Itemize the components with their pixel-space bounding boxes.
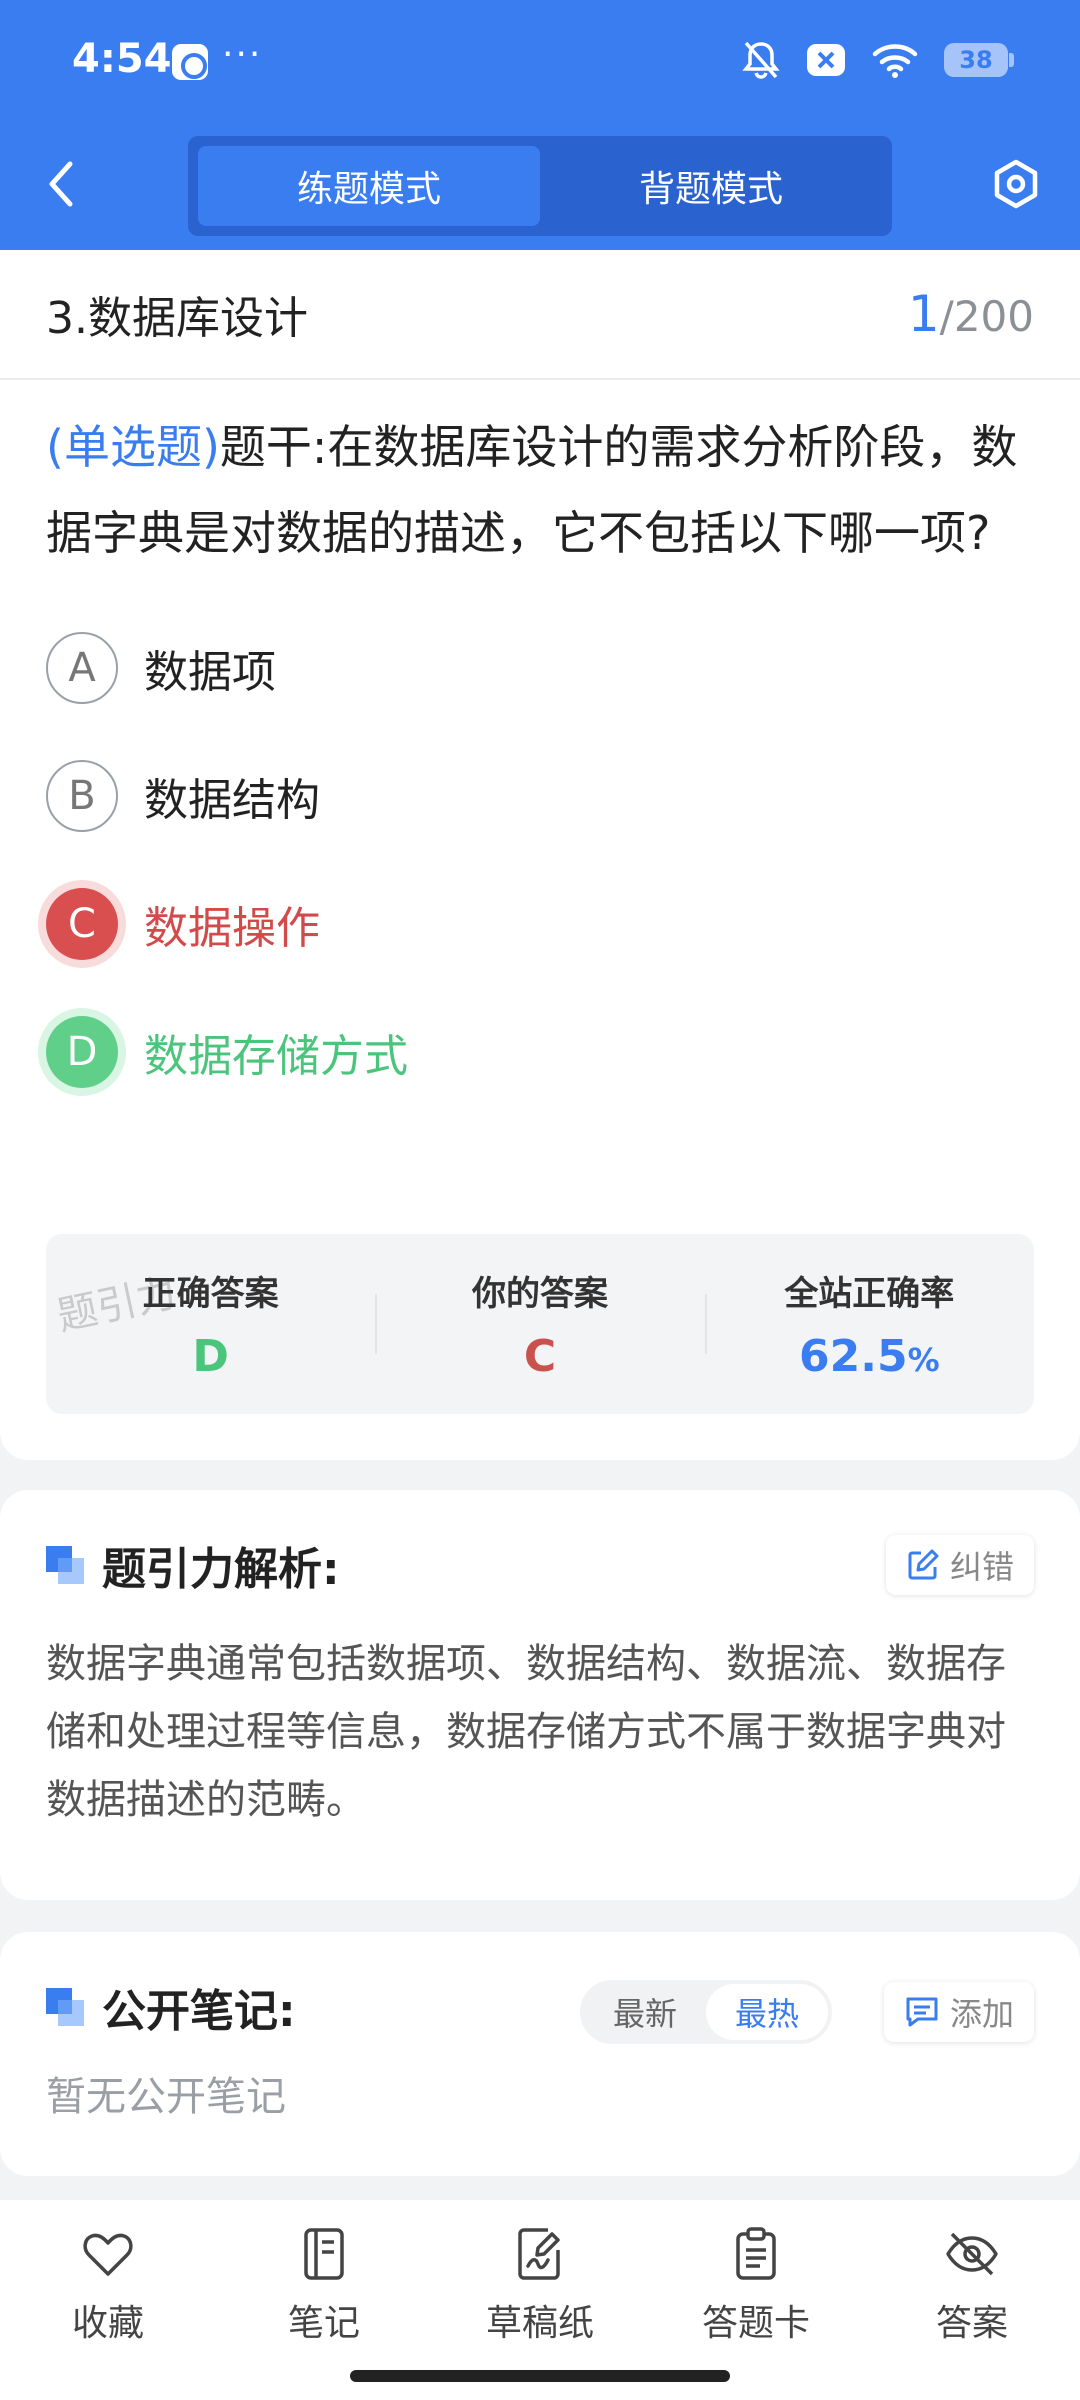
app-notification-icon xyxy=(172,44,208,80)
your-answer-stat: 你的答案 C xyxy=(375,1234,704,1414)
rate-unit: % xyxy=(907,1341,940,1379)
section-squares-icon xyxy=(46,1546,84,1584)
analysis-text: 数据字典通常包括数据项、数据结构、数据流、数据存储和处理过程等信息，数据存储方式… xyxy=(46,1641,1006,1823)
option-a[interactable]: A 数据项 xyxy=(46,604,1034,732)
favorite-button[interactable]: 收藏 xyxy=(0,2200,216,2400)
option-text: 数据操作 xyxy=(144,903,320,954)
notes-label: 笔记 xyxy=(287,2303,360,2344)
analysis-header: 题引力解析: 纠错 xyxy=(46,1490,1034,1640)
tab-memorize-mode[interactable]: 背题模式 xyxy=(540,146,882,226)
option-c[interactable]: C 数据操作 xyxy=(46,860,1034,988)
draft-paper-label: 草稿纸 xyxy=(485,2303,594,2344)
report-error-label: 纠错 xyxy=(949,1548,1014,1586)
tab-practice-mode[interactable]: 练题模式 xyxy=(198,146,540,226)
add-note-label: 添加 xyxy=(949,1995,1014,2033)
option-text: 数据项 xyxy=(144,647,276,698)
notes-title-text: 公开笔记: xyxy=(102,1986,296,2037)
sort-newest[interactable]: 最新 xyxy=(584,1984,706,2040)
answer-toggle-label: 答案 xyxy=(935,2303,1008,2344)
eye-off-icon xyxy=(946,2232,998,2276)
public-notes-card: 公开笔记: 最新 最热 添加 暂无公开笔记 xyxy=(0,1932,1080,2176)
report-error-button[interactable]: 纠错 xyxy=(885,1535,1034,1595)
question-type: (单选题) xyxy=(46,420,220,474)
back-icon[interactable] xyxy=(40,158,84,210)
section-title: 3.数据库设计 xyxy=(46,293,308,344)
option-letter: A xyxy=(46,632,118,704)
notes-title: 公开笔记: xyxy=(46,1975,296,2039)
answer-options: A 数据项 B 数据结构 C 数据操作 D 数据存储方式 xyxy=(0,576,1080,1116)
total-question-count: /200 xyxy=(939,292,1034,341)
question-header: 3.数据库设计 1/200 xyxy=(0,250,1080,380)
question-progress[interactable]: 1/200 xyxy=(908,285,1034,343)
answer-sheet-label: 答题卡 xyxy=(701,2303,810,2344)
clipboard-icon xyxy=(736,2227,776,2280)
favorite-label: 收藏 xyxy=(71,2303,144,2344)
notebook-icon xyxy=(304,2228,344,2280)
stat-label: 正确答案 xyxy=(142,1274,279,1314)
option-text: 数据结构 xyxy=(144,775,320,826)
status-bar: 4:54 ··· 38 xyxy=(0,0,1080,125)
stat-label: 全站正确率 xyxy=(784,1274,955,1314)
home-indicator[interactable] xyxy=(350,2370,730,2382)
option-letter: C xyxy=(46,888,118,960)
analysis-card: 题引力解析: 纠错 数据字典通常包括数据项、数据结构、数据流、数据存储和处理过程… xyxy=(0,1490,1080,1900)
correct-answer-value: D xyxy=(192,1331,229,1382)
current-question-number: 1 xyxy=(907,285,940,343)
status-icons: 38 xyxy=(742,40,1014,80)
accuracy-rate-stat: 全站正确率 62.5% xyxy=(704,1234,1034,1414)
battery-indicator: 38 xyxy=(944,43,1014,77)
heart-icon xyxy=(83,2233,133,2276)
option-text: 数据存储方式 xyxy=(144,1031,408,1082)
more-notifications-icon: ··· xyxy=(222,34,263,75)
draft-icon xyxy=(518,2228,560,2280)
bell-off-icon xyxy=(742,41,780,79)
rate-number: 62.5 xyxy=(799,1331,908,1382)
notes-sort-toggle: 最新 最热 xyxy=(580,1980,832,2044)
app-blocked-icon xyxy=(807,44,845,76)
settings-icon[interactable] xyxy=(990,158,1042,210)
edit-icon xyxy=(908,1549,939,1580)
status-time: 4:54 xyxy=(72,36,172,82)
analysis-title-text: 题引力解析: xyxy=(102,1544,340,1595)
stat-label: 你的答案 xyxy=(471,1274,608,1314)
option-d[interactable]: D 数据存储方式 xyxy=(46,988,1034,1116)
section-squares-icon xyxy=(46,1988,84,2026)
sort-hottest[interactable]: 最热 xyxy=(706,1984,828,2040)
mode-tabs: 练题模式 背题模式 xyxy=(188,136,892,236)
answer-toggle-button[interactable]: 答案 xyxy=(864,2200,1080,2400)
accuracy-rate-value: 62.5% xyxy=(799,1331,940,1382)
option-letter: D xyxy=(46,1016,118,1088)
question-card: 3.数据库设计 1/200 (单选题)题干:在数据库设计的需求分析阶段，数据字典… xyxy=(0,250,1080,1460)
app-header: 4:54 ··· 38 练题模式 背题模式 xyxy=(0,0,1080,250)
option-b[interactable]: B 数据结构 xyxy=(46,732,1034,860)
analysis-title: 题引力解析: xyxy=(46,1533,340,1597)
answer-stats: 题引力 正确答案 D 你的答案 C 全站正确率 62.5% xyxy=(46,1234,1034,1414)
add-note-button[interactable]: 添加 xyxy=(883,1982,1034,2042)
your-answer-value: C xyxy=(523,1331,557,1382)
comment-icon xyxy=(906,1997,938,2027)
question-stem: (单选题)题干:在数据库设计的需求分析阶段，数据字典是对数据的描述，它不包括以下… xyxy=(0,380,1080,576)
correct-answer-stat: 正确答案 D xyxy=(46,1234,375,1414)
option-letter: B xyxy=(46,760,118,832)
empty-notes-text: 暂无公开笔记 xyxy=(46,2074,286,2120)
wifi-icon xyxy=(872,44,918,78)
